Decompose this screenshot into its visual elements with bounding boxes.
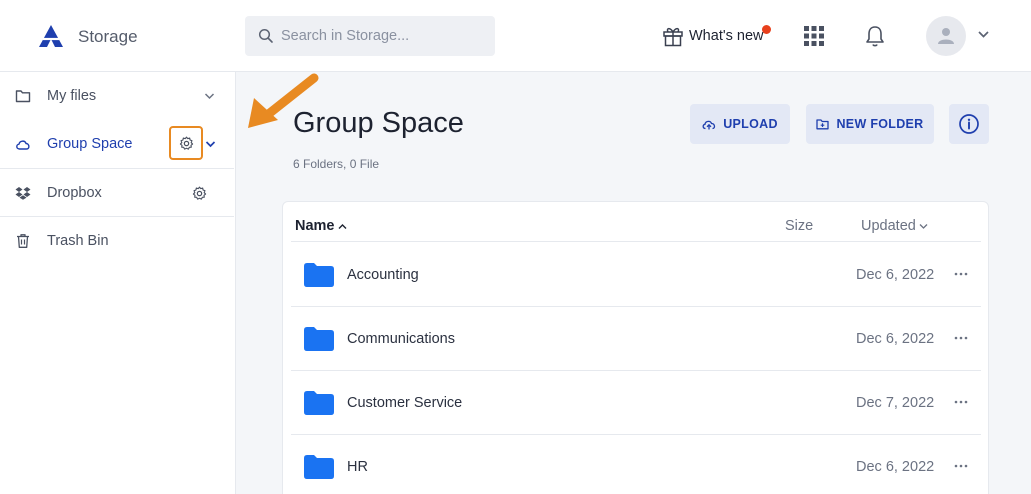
bell-icon[interactable]	[864, 24, 886, 48]
search-icon	[258, 28, 273, 43]
info-button[interactable]	[949, 104, 989, 144]
sidebar-item-label: Group Space	[47, 136, 133, 152]
updated-date: Dec 6, 2022	[856, 331, 935, 347]
folder-name: Customer Service	[347, 395, 463, 411]
gear-icon	[179, 136, 194, 150]
sidebar-item-label: Dropbox	[47, 185, 102, 201]
sidebar-item-trash-bin[interactable]: Trash Bin	[0, 217, 234, 265]
sidebar-item-my-files[interactable]: My files	[0, 72, 234, 120]
search-input[interactable]	[281, 16, 486, 56]
folder-icon	[304, 327, 334, 351]
chevron-down-icon[interactable]	[977, 30, 990, 40]
updated-date: Dec 7, 2022	[856, 395, 935, 411]
table-header: Name Size Updated	[291, 202, 981, 242]
more-options-icon[interactable]	[951, 393, 971, 411]
column-header-updated[interactable]: Updated	[861, 218, 928, 234]
dropbox-icon	[15, 187, 31, 200]
apps-grid-icon[interactable]	[803, 25, 825, 47]
folder-name: Accounting	[347, 267, 419, 283]
cloud-icon	[16, 140, 30, 150]
column-header-name[interactable]: Name	[295, 218, 347, 234]
user-avatar-icon	[938, 28, 954, 44]
folder-icon	[304, 455, 334, 479]
sidebar: My files Group Space Dropbox Trash Bin	[0, 72, 236, 494]
top-bar: Storage What's new	[0, 0, 1031, 72]
cloud-upload-icon	[702, 120, 716, 130]
notification-dot	[762, 25, 771, 34]
column-label: Updated	[861, 218, 916, 234]
upload-button[interactable]: UPLOAD	[690, 104, 790, 144]
new-folder-button[interactable]: NEW FOLDER	[806, 104, 934, 144]
upload-label: UPLOAD	[723, 117, 778, 131]
table-row[interactable]: Accounting Dec 6, 2022	[291, 243, 981, 307]
chevron-down-icon	[919, 223, 928, 229]
group-space-settings-button[interactable]	[169, 126, 203, 160]
more-options-icon[interactable]	[951, 329, 971, 347]
gear-icon[interactable]	[192, 186, 207, 201]
logo-icon[interactable]	[38, 24, 64, 48]
folder-icon	[304, 263, 334, 287]
folder-plus-icon	[816, 119, 830, 130]
chevron-down-icon[interactable]	[204, 92, 215, 100]
file-table: Name Size Updated Accounting Dec 6, 2022…	[282, 201, 989, 494]
more-options-icon[interactable]	[951, 265, 971, 283]
sidebar-item-label: My files	[47, 88, 97, 104]
table-row[interactable]: Customer Service Dec 7, 2022	[291, 371, 981, 435]
folder-count: 6 Folders, 0 File	[293, 157, 380, 171]
more-options-icon[interactable]	[951, 457, 971, 475]
gift-icon	[663, 27, 683, 47]
chevron-up-icon	[338, 223, 346, 229]
table-row[interactable]: Communications Dec 6, 2022	[291, 307, 981, 371]
whats-new-button[interactable]: What's new	[662, 23, 771, 49]
whats-new-label: What's new	[689, 28, 764, 44]
avatar[interactable]	[926, 16, 966, 56]
chevron-down-icon[interactable]	[205, 140, 216, 148]
app-title[interactable]: Storage	[78, 27, 138, 47]
column-label: Name	[295, 218, 335, 234]
info-icon	[959, 114, 979, 134]
updated-date: Dec 6, 2022	[856, 267, 935, 283]
updated-date: Dec 6, 2022	[856, 459, 935, 475]
folder-outline-icon	[15, 90, 31, 103]
search-box[interactable]	[245, 16, 495, 56]
sidebar-item-label: Trash Bin	[47, 233, 109, 249]
folder-name: Communications	[347, 331, 455, 347]
table-row[interactable]: HR Dec 6, 2022	[291, 435, 981, 494]
trash-icon	[17, 234, 29, 248]
column-header-size[interactable]: Size	[785, 218, 813, 234]
folder-name: HR	[347, 459, 368, 475]
page-title: Group Space	[293, 107, 464, 139]
sidebar-item-dropbox[interactable]: Dropbox	[0, 169, 234, 217]
folder-icon	[304, 391, 334, 415]
new-folder-label: NEW FOLDER	[836, 117, 924, 131]
